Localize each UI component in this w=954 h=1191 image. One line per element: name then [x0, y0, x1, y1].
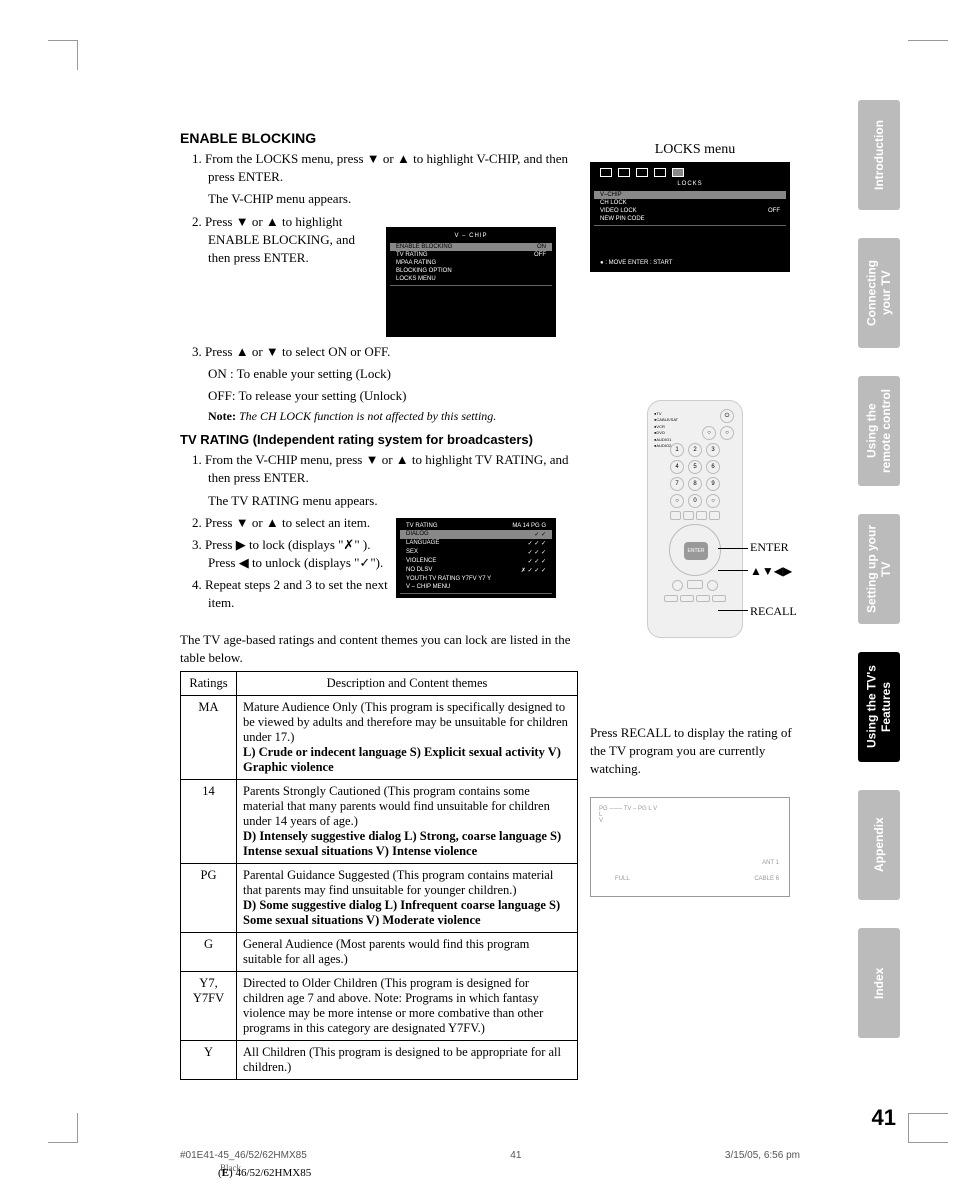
footer-page: 41 [510, 1150, 521, 1161]
tv-rating-header: TV RATING (Independent rating system for… [180, 432, 580, 447]
tr-step-4: 4. Repeat steps 2 and 3 to set the next … [192, 576, 390, 612]
step-3a: ON : To enable your setting (Lock) [208, 365, 580, 383]
note-label: Note: [208, 409, 236, 423]
th-desc: Description and Content themes [237, 672, 578, 696]
osd-footer: ● :MOVE ● :SELECT [10, 1068, 67, 1074]
th-ratings: Ratings [181, 672, 237, 696]
osd-row-val: OFF [768, 208, 780, 214]
footer-file: #01E41-45_46/52/62HMX85 [180, 1150, 307, 1161]
rd-line-3: V [599, 818, 781, 824]
ratings-display-osd: PG ─── TV – PG L V L V ANT 1 FULL CABLE … [590, 797, 790, 897]
row-rating: Y7, Y7FV [181, 972, 237, 1041]
tr-step-2: 2. Press ▼ or ▲ to select an item. [192, 514, 390, 532]
row-rating: G [181, 933, 237, 972]
footer-date: 3/15/05, 6:56 pm [725, 1150, 800, 1161]
tr-step-1-result: The TV RATING menu appears. [208, 492, 580, 510]
osd-row-label: ENABLE BLOCKING [396, 244, 452, 250]
osd-row-val: OFF [534, 252, 546, 258]
remote-legend: ●TV●CABLE/SAT●VCR●DVD●AUDIO1●AUDIO2 [654, 411, 678, 449]
osd-row: NEW PIN CODE [600, 216, 645, 222]
rd-cable: CABLE 6 [754, 876, 779, 882]
osd-head: LOCKS [594, 179, 786, 191]
osd-row-label: TV RATING [396, 252, 428, 258]
row-desc: General Audience (Most parents would fin… [237, 933, 578, 972]
vchip-osd: V – CHIP ENABLE BLOCKINGON TV RATINGOFF … [386, 227, 556, 337]
osd-row-label: MPAA RATING [396, 260, 436, 266]
model-footer: (E) 46/52/62HMX85 [218, 1167, 311, 1179]
step-3: 3. Press ▲ or ▼ to select ON or OFF. [192, 343, 580, 361]
osd-title: TV RATING [406, 523, 438, 529]
ratings-table: Ratings Description and Content themes M… [180, 671, 578, 1080]
tr-step-3: 3. Press ▶ to lock (displays "✗" ). Pres… [192, 536, 390, 572]
row-desc: Parental Guidance Suggested (This progra… [237, 864, 578, 933]
osd-row-label: LOCKS MENU [396, 276, 436, 282]
locks-menu-title: LOCKS menu [590, 142, 800, 158]
row-desc: Mature Audience Only (This program is sp… [237, 696, 578, 780]
arrows-label: ▲▼◀▶ [750, 564, 792, 579]
osd-row: DIALOG [406, 531, 429, 538]
power-button: ⏻ [720, 409, 734, 423]
osd-footer: ● : MOVE ENTER : START [600, 260, 672, 266]
leader-line [718, 610, 748, 611]
step-3b: OFF: To release your setting (Unlock) [208, 387, 580, 405]
osd-row: V – CHIP MENU [406, 584, 450, 590]
crop-mark [48, 1113, 78, 1143]
osd-title: V – CHIP [390, 231, 552, 243]
locks-osd: LOCKS V–CHIP CH LOCK VIDEO LOCK OFF NEW P… [590, 162, 790, 272]
step-1-result: The V-CHIP menu appears. [208, 190, 580, 208]
step-2: 2. Press ▼ or ▲ to highlight ENABLE BLOC… [192, 213, 380, 268]
osd-row: CH LOCK [600, 200, 627, 206]
osd-row: NO DLSV [406, 567, 432, 574]
step-1: 1. From the LOCKS menu, press ▼ or ▲ to … [192, 150, 580, 186]
tr-step-1: 1. From the V-CHIP menu, press ▼ or ▲ to… [192, 451, 580, 487]
footer: #01E41-45_46/52/62HMX85 41 3/15/05, 6:56… [180, 1150, 800, 1161]
row-rating: Y [181, 1041, 237, 1080]
remote-control: ●TV●CABLE/SAT●VCR●DVD●AUDIO1●AUDIO2 ⏻ ○○… [647, 400, 743, 638]
recall-label: RECALL [750, 604, 797, 619]
enter-button: ENTER [684, 542, 708, 560]
row-rating: PG [181, 864, 237, 933]
rd-full: FULL [615, 876, 630, 882]
enter-label: ENTER [750, 540, 789, 555]
osd-row: YOUTH TV RATING Y7FV Y7 Y [406, 576, 491, 582]
osd-row: LANGUAGE [406, 540, 439, 547]
row-rating: MA [181, 696, 237, 780]
enable-blocking-header: ENABLE BLOCKING [180, 130, 580, 146]
osd-row-val: ON [537, 244, 546, 250]
osd-row: V–CHIP [600, 192, 622, 198]
note: Note: The CH LOCK function is not affect… [208, 409, 580, 424]
osd-row-label: BLOCKING OPTION [396, 268, 452, 274]
crop-mark [908, 1113, 948, 1143]
note-text: The CH LOCK function is not affected by … [236, 409, 496, 423]
recall-note: Press RECALL to display the rating of th… [590, 724, 800, 779]
page-number: 41 [872, 1105, 896, 1131]
tvrating-osd: TV RATINGMA 14 PG G DIALOG✓ ✓ LANGUAGE✓ … [396, 518, 556, 598]
row-desc: Directed to Older Children (This program… [237, 972, 578, 1041]
osd-cols: MA 14 PG G [512, 523, 546, 529]
rd-ant: ANT 1 [762, 860, 779, 866]
osd-icons [594, 166, 786, 179]
row-desc: All Children (This program is designed t… [237, 1041, 578, 1080]
osd-row: VIOLENCE [406, 558, 436, 565]
recall-button [687, 580, 703, 589]
row-desc: Parents Strongly Cautioned (This program… [237, 780, 578, 864]
leader-line [718, 570, 748, 571]
table-intro: The TV age-based ratings and content the… [180, 631, 580, 667]
osd-row: VIDEO LOCK [600, 208, 637, 214]
leader-line [718, 548, 748, 549]
row-rating: 14 [181, 780, 237, 864]
osd-row: SEX [406, 549, 418, 556]
dpad: ENTER [669, 524, 721, 576]
